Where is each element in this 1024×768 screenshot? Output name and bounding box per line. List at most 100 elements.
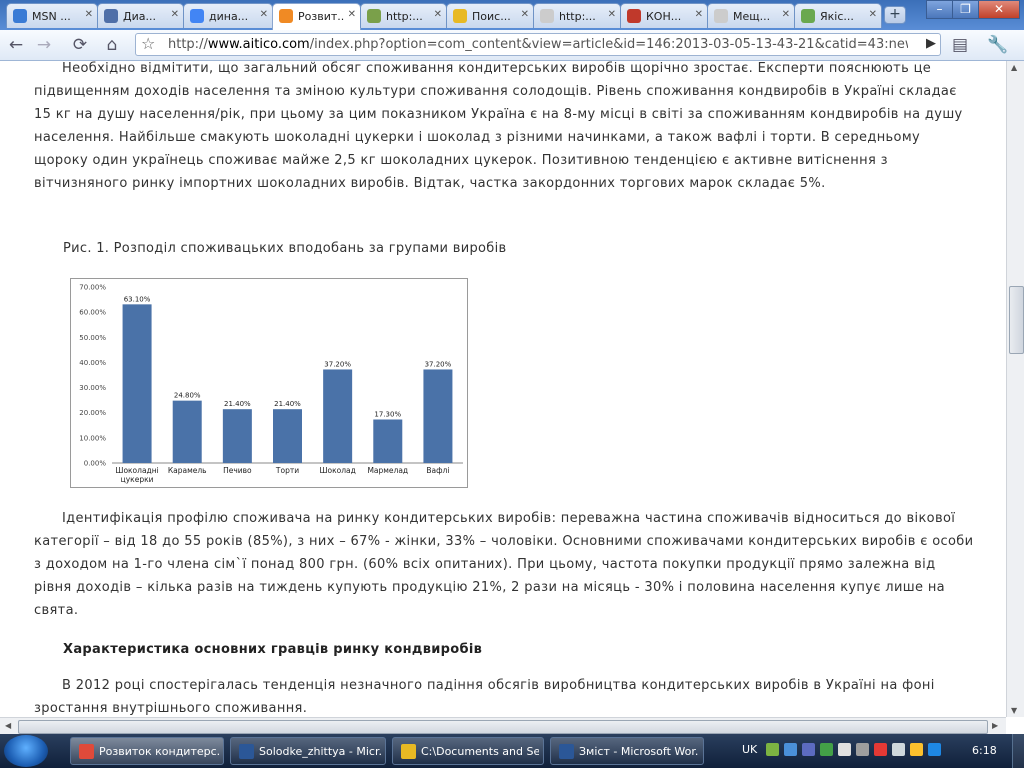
browser-tab[interactable]: http:... ✕	[533, 3, 621, 28]
bar	[373, 419, 403, 463]
browser-tab[interactable]: http:... ✕	[360, 3, 447, 28]
new-tab-button[interactable]: +	[884, 6, 906, 24]
tab-close-icon[interactable]: ✕	[782, 9, 790, 20]
shield-icon[interactable]	[820, 743, 833, 756]
x-tick-label: Карамель	[168, 466, 207, 475]
scroll-down-icon[interactable]: ▼	[1011, 706, 1017, 715]
y-tick-label: 10.00%	[79, 434, 106, 442]
taskbar-item-label: Розвиток кондитерс...	[99, 745, 219, 758]
tab-title: Розвит...	[298, 10, 344, 23]
y-tick-label: 20.00%	[79, 409, 106, 417]
data-label: 63.10%	[124, 295, 151, 303]
tab-favicon-icon	[279, 9, 293, 23]
tab-close-icon[interactable]: ✕	[260, 9, 268, 20]
tab-favicon-icon	[104, 9, 118, 23]
display-icon[interactable]	[802, 743, 815, 756]
tab-close-icon[interactable]: ✕	[434, 9, 442, 20]
page-menu-icon[interactable]: ▤	[948, 33, 972, 57]
maximize-button[interactable]: ❐	[952, 0, 979, 19]
browser-tab[interactable]: КОН... ✕	[620, 3, 708, 28]
paragraph-consumer-profile: Ідентифікація профілю споживача на ринку…	[34, 511, 974, 618]
minimize-button[interactable]: –	[926, 0, 953, 19]
browser-tab[interactable]: дина... ✕	[183, 3, 273, 28]
network-icon[interactable]	[784, 743, 797, 756]
browser-tab[interactable]: Диа... ✕	[97, 3, 184, 28]
show-desktop-button[interactable]	[1012, 734, 1024, 768]
clock[interactable]: 6:18	[972, 744, 997, 757]
horizontal-scrollbar[interactable]: ◀ ▶	[0, 717, 1006, 734]
bookmark-star-icon[interactable]: ☆	[141, 34, 155, 53]
tab-close-icon[interactable]: ✕	[608, 9, 616, 20]
browser-tab[interactable]: Якіс... ✕	[794, 3, 882, 28]
language-indicator[interactable]: UK	[742, 743, 757, 756]
home-icon[interactable]: ⌂	[100, 33, 124, 57]
browser-tab[interactable]: Мещ... ✕	[707, 3, 795, 28]
tab-close-icon[interactable]: ✕	[695, 9, 703, 20]
volume-icon[interactable]	[892, 743, 905, 756]
bar-chart: 0.00% 10.00% 20.00% 30.00% 40.00% 50.00% 60.00…	[70, 278, 468, 488]
data-label: 37.20%	[324, 360, 351, 368]
tab-favicon-icon	[540, 9, 554, 23]
browser-tab[interactable]: Розвит... ✕	[272, 3, 361, 30]
bar	[423, 369, 453, 463]
tab-favicon-icon	[627, 9, 641, 23]
taskbar-item[interactable]: C:\Documents and Se...	[392, 737, 544, 765]
y-tick-label: 30.00%	[79, 384, 106, 392]
tab-close-icon[interactable]: ✕	[348, 9, 356, 20]
paragraph-2012: В 2012 році спостерігалась тенденція нез…	[34, 678, 935, 716]
warning-icon[interactable]	[910, 743, 923, 756]
x-tick-label: Вафлі	[426, 466, 449, 475]
scroll-left-icon[interactable]: ◀	[5, 721, 11, 730]
tab-title: MSN ...	[32, 10, 71, 23]
browser-tab[interactable]: Поис... ✕	[446, 3, 534, 28]
usb-icon[interactable]	[856, 743, 869, 756]
section-heading: Характеристика основних гравців ринку ко…	[63, 642, 483, 657]
play-arrow-icon[interactable]: ▶	[926, 36, 936, 51]
url-text[interactable]: http://www.aitico.com/index.php?option=c…	[168, 37, 908, 52]
taskbar-item-label: C:\Documents and Se...	[421, 745, 539, 758]
bar	[172, 400, 202, 463]
flag-icon[interactable]	[838, 743, 851, 756]
android-icon[interactable]	[766, 743, 779, 756]
taskbar-app-icon	[239, 744, 254, 759]
taskbar-item[interactable]: Зміст - Microsoft Wor...	[550, 737, 704, 765]
wrench-icon[interactable]: 🔧	[986, 33, 1010, 57]
close-window-button[interactable]: ✕	[978, 0, 1020, 19]
browser-tab[interactable]: MSN ... ✕	[6, 3, 98, 28]
forward-arrow-icon[interactable]: →	[32, 33, 56, 57]
data-label: 21.40%	[224, 400, 251, 408]
tab-favicon-icon	[190, 9, 204, 23]
bar	[323, 369, 353, 463]
taskbar-app-icon	[401, 744, 416, 759]
y-tick-label: 40.00%	[79, 359, 106, 367]
x-tick-label: Мармелад	[367, 466, 408, 475]
start-button[interactable]	[4, 735, 48, 767]
y-tick-label: 0.00%	[84, 460, 107, 468]
bar	[122, 304, 152, 463]
tab-title: дина...	[209, 10, 249, 23]
reload-icon[interactable]: ⟳	[68, 33, 92, 57]
scroll-up-icon[interactable]: ▲	[1011, 63, 1017, 72]
scroll-right-icon[interactable]: ▶	[992, 721, 998, 730]
tab-title: Поис...	[472, 10, 511, 23]
tab-favicon-icon	[13, 9, 27, 23]
back-arrow-icon[interactable]: ←	[4, 33, 28, 57]
tab-close-icon[interactable]: ✕	[171, 9, 179, 20]
tab-title: Диа...	[123, 10, 156, 23]
address-bar[interactable]: ☆ http://www.aitico.com/index.php?option…	[135, 33, 941, 56]
bar	[222, 409, 252, 463]
update-icon[interactable]	[874, 743, 887, 756]
taskbar-item[interactable]: Розвиток кондитерс...	[70, 737, 224, 765]
vertical-scroll-thumb[interactable]	[1009, 286, 1024, 354]
wifi-icon[interactable]	[928, 743, 941, 756]
horizontal-scroll-thumb[interactable]	[18, 720, 988, 734]
y-tick-label: 60.00%	[79, 309, 106, 317]
taskbar-app-icon	[559, 744, 574, 759]
data-label: 21.40%	[274, 400, 301, 408]
tab-close-icon[interactable]: ✕	[85, 9, 93, 20]
vertical-scrollbar[interactable]: ▲ ▼	[1006, 61, 1024, 717]
tab-close-icon[interactable]: ✕	[521, 9, 529, 20]
tab-close-icon[interactable]: ✕	[869, 9, 877, 20]
taskbar-item[interactable]: Solodke_zhittya - Micr...	[230, 737, 386, 765]
tab-favicon-icon	[453, 9, 467, 23]
